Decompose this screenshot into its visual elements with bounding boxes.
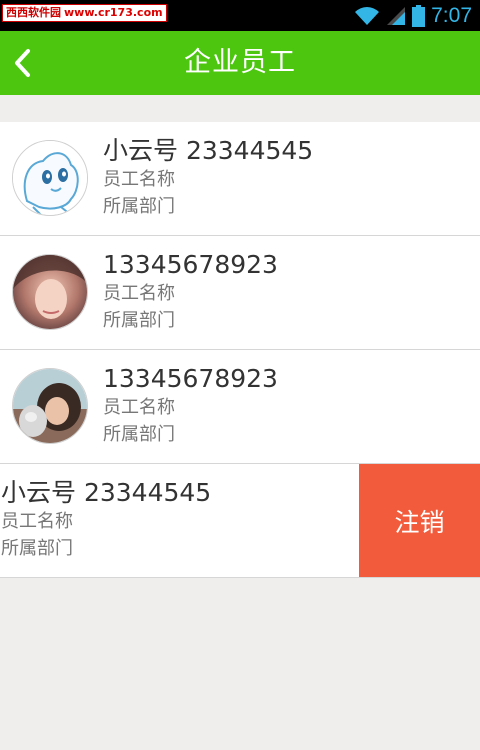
employee-row-swiped[interactable]: 小云号 23344545 员工名称 所属部门 注销 xyxy=(0,464,480,578)
cartoon-rabbit-avatar xyxy=(13,141,87,215)
employee-name: 13345678923 xyxy=(103,250,278,279)
status-time: 7:07 xyxy=(431,3,472,27)
employee-row[interactable]: 小云号 23344545 员工名称 所属部门 xyxy=(0,122,480,236)
app-bar: 企业员工 xyxy=(0,31,480,95)
battery-icon xyxy=(412,4,426,27)
employee-dept: 所属部门 xyxy=(103,196,175,217)
employee-list: 小云号 23344545 员工名称 所属部门 13345678923 员工名称 … xyxy=(0,122,480,578)
wifi-icon xyxy=(355,6,380,25)
employee-row[interactable]: 13345678923 员工名称 所属部门 xyxy=(0,236,480,350)
avatar xyxy=(12,140,88,216)
employee-name: 13345678923 xyxy=(103,364,278,393)
photo-avatar xyxy=(13,369,87,443)
watermark: 西西软件园 www.cr173.com xyxy=(2,4,167,22)
employee-row[interactable]: 13345678923 员工名称 所属部门 xyxy=(0,350,480,464)
employee-label: 员工名称 xyxy=(103,397,175,418)
employee-name: 小云号 23344545 xyxy=(1,478,212,507)
avatar xyxy=(12,254,88,330)
signal-icon xyxy=(387,6,406,25)
employee-dept: 所属部门 xyxy=(103,424,175,445)
back-arrow-icon xyxy=(15,49,30,77)
employee-label: 员工名称 xyxy=(1,511,73,532)
avatar xyxy=(12,368,88,444)
employee-dept: 所属部门 xyxy=(1,538,73,559)
watermark-url: www.cr173.com xyxy=(64,6,163,19)
employee-label: 员工名称 xyxy=(103,283,175,304)
employee-label: 员工名称 xyxy=(103,169,175,190)
photo-avatar xyxy=(13,255,87,329)
status-bar: 西西软件园 www.cr173.com 7:07 xyxy=(0,0,480,31)
page-title: 企业员工 xyxy=(184,47,296,78)
deregister-button[interactable]: 注销 xyxy=(359,464,480,577)
employee-dept: 所属部门 xyxy=(103,310,175,331)
back-button[interactable] xyxy=(6,43,46,83)
watermark-site: 西西软件园 xyxy=(6,6,61,19)
employee-name: 小云号 23344545 xyxy=(103,136,314,165)
